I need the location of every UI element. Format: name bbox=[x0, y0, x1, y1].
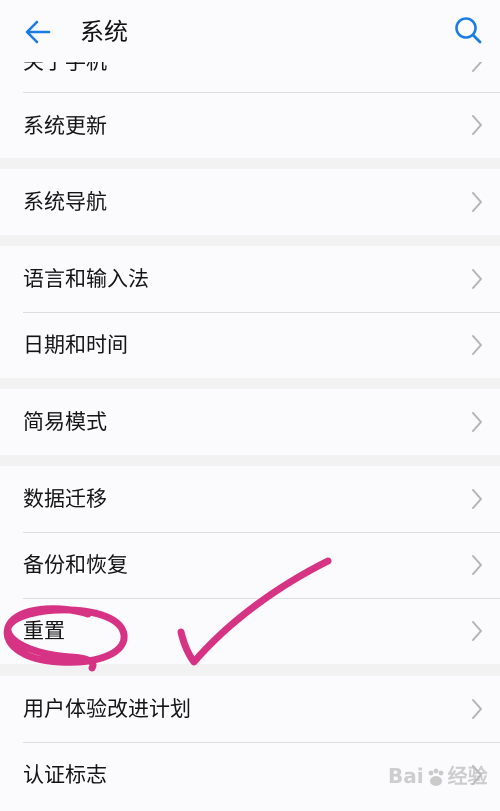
list-item-backup-restore[interactable]: 备份和恢复 bbox=[0, 533, 500, 598]
list-item-user-experience[interactable]: 用户体验改进计划 bbox=[0, 676, 500, 742]
settings-group-5: 数据迁移 备份和恢复 重置 bbox=[0, 466, 500, 664]
settings-group-1: 关于手机 系统更新 bbox=[0, 62, 500, 158]
list-item-about-phone[interactable]: 关于手机 bbox=[0, 62, 500, 92]
chevron-right-icon bbox=[472, 192, 482, 212]
list-item-system-update[interactable]: 系统更新 bbox=[0, 93, 500, 158]
settings-group-6: 用户体验改进计划 认证标志 bbox=[0, 676, 500, 811]
paw-icon bbox=[428, 768, 444, 786]
list-item-label: 重置 bbox=[23, 619, 65, 643]
watermark-text-right: 经验 bbox=[447, 764, 488, 788]
back-button[interactable] bbox=[20, 14, 56, 50]
list-item-reset[interactable]: 重置 bbox=[0, 599, 500, 664]
list-item-label: 日期和时间 bbox=[23, 333, 128, 357]
list-item-simple-mode[interactable]: 简易模式 bbox=[0, 389, 500, 455]
chevron-right-icon bbox=[472, 335, 482, 355]
list-item-data-migration[interactable]: 数据迁移 bbox=[0, 466, 500, 532]
list-item-label: 关于手机 bbox=[23, 62, 107, 74]
page-title: 系统 bbox=[80, 18, 128, 46]
list-item-label: 系统导航 bbox=[23, 190, 107, 214]
list-item-label: 简易模式 bbox=[23, 410, 107, 434]
watermark-text-left: Bai bbox=[388, 764, 424, 788]
list-item-language-input[interactable]: 语言和输入法 bbox=[0, 246, 500, 312]
chevron-right-icon bbox=[472, 489, 482, 509]
chevron-right-icon bbox=[472, 269, 482, 289]
chevron-right-icon bbox=[472, 412, 482, 432]
settings-group-3: 语言和输入法 日期和时间 bbox=[0, 246, 500, 378]
search-icon bbox=[455, 17, 482, 44]
list-item-label: 语言和输入法 bbox=[23, 267, 149, 291]
arrow-left-icon bbox=[25, 20, 51, 44]
chevron-right-icon bbox=[472, 621, 482, 641]
search-button[interactable] bbox=[450, 12, 486, 48]
system-settings-screen: 系统 关于手机 系统更新 系统导航 语言和输入法 日期和时间 简易模式 数据迁移… bbox=[0, 0, 500, 811]
list-item-system-navigation[interactable]: 系统导航 bbox=[0, 169, 500, 235]
list-item-label: 用户体验改进计划 bbox=[23, 697, 191, 721]
settings-group-2: 系统导航 bbox=[0, 169, 500, 235]
list-item-label: 数据迁移 bbox=[23, 487, 107, 511]
list-item-date-time[interactable]: 日期和时间 bbox=[0, 313, 500, 378]
settings-group-4: 简易模式 bbox=[0, 389, 500, 455]
chevron-right-icon bbox=[472, 115, 482, 135]
chevron-right-icon bbox=[472, 699, 482, 719]
chevron-right-icon bbox=[472, 62, 482, 72]
app-bar: 系统 bbox=[0, 0, 500, 62]
chevron-right-icon bbox=[472, 555, 482, 575]
baidu-watermark: Bai 经验 bbox=[388, 760, 488, 789]
list-item-label: 认证标志 bbox=[23, 763, 107, 787]
list-item-label: 备份和恢复 bbox=[23, 553, 128, 577]
list-item-label: 系统更新 bbox=[23, 114, 107, 138]
